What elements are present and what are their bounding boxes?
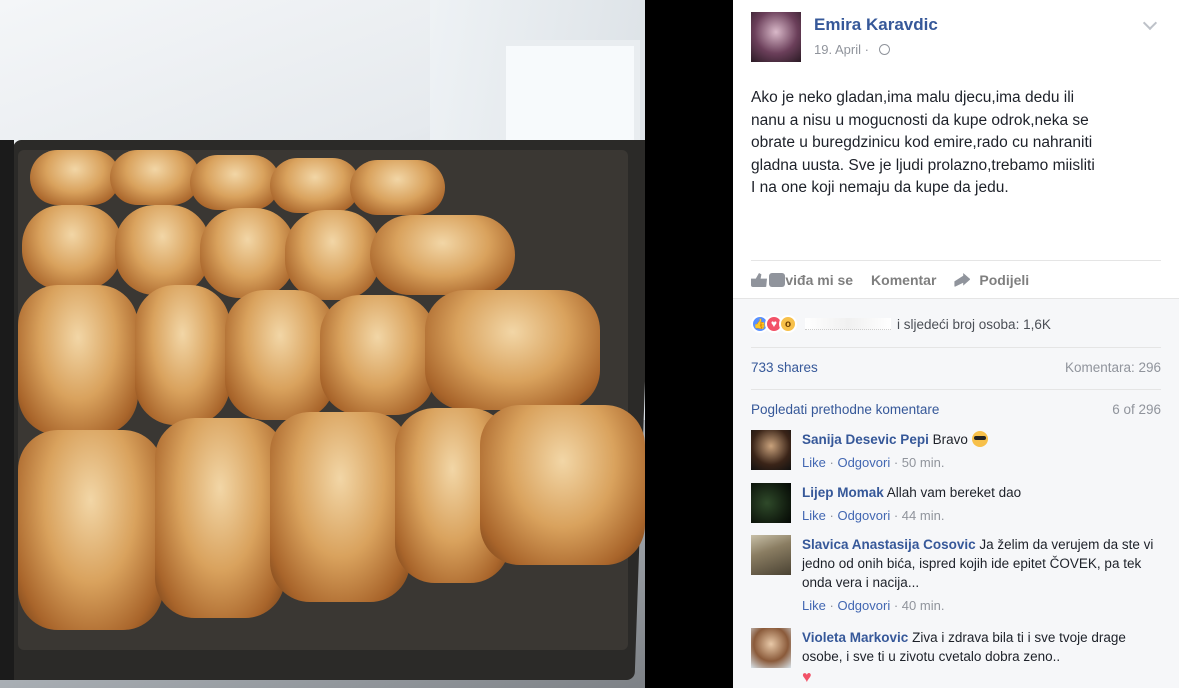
photo-pastry [18, 430, 163, 630]
sunglasses-emoji-icon [971, 431, 988, 447]
shares-count[interactable]: 733 shares [751, 360, 818, 375]
photo-pastry [370, 215, 515, 295]
photo-pastry [30, 150, 120, 205]
photo-pastry [18, 285, 138, 435]
photo-pastry [270, 412, 410, 602]
photo-pastry [200, 208, 295, 298]
photo-pastry [320, 295, 435, 415]
post-date[interactable]: 19. April · [814, 42, 890, 57]
post-header: Emira Karavdic 19. April · [751, 12, 1161, 64]
meta-separator: · [829, 508, 834, 523]
comment-like-link[interactable]: Like [802, 455, 826, 470]
commenter-name[interactable]: Violeta Markovic [802, 630, 908, 645]
comment-reply-link[interactable]: Odgovori [837, 598, 890, 613]
photo-pastry [285, 210, 380, 300]
like-button[interactable]: Sviđa mi se [751, 272, 853, 288]
like-label: Sviđa mi se [776, 272, 854, 288]
comment-label: Komentar [871, 272, 937, 288]
divider [751, 260, 1161, 261]
commenter-avatar[interactable] [751, 535, 791, 575]
comment-reply-link[interactable]: Odgovori [837, 508, 890, 523]
photo-pastry [110, 150, 200, 205]
comment-time[interactable]: 50 min. [902, 455, 945, 470]
comment-text: Allah vam bereket dao [886, 485, 1022, 500]
photo-pastry [22, 205, 122, 290]
author-avatar[interactable] [751, 12, 801, 62]
date-separator: · [864, 42, 869, 57]
divider [751, 347, 1161, 348]
share-button[interactable]: Podijeli [954, 272, 1029, 288]
commenter-avatar[interactable] [751, 628, 791, 668]
chevron-down-icon[interactable] [1142, 15, 1158, 31]
photo-pastry [480, 405, 645, 565]
photo-pastry [225, 290, 335, 420]
divider [751, 389, 1161, 390]
meta-separator: · [829, 598, 834, 613]
comments-count[interactable]: Komentara: 296 [1065, 360, 1161, 375]
comment-like-link[interactable]: Like [802, 508, 826, 523]
commenter-name[interactable]: Slavica Anastasija Cosovic [802, 537, 976, 552]
photo-pastry [350, 160, 445, 215]
comment-time[interactable]: 44 min. [902, 508, 945, 523]
meta-separator: · [829, 455, 834, 470]
comment-button[interactable]: Komentar [769, 272, 937, 288]
comment-icon [769, 273, 785, 287]
post-text: Ako je neko gladan,ima malu djecu,ima de… [751, 89, 1095, 196]
photo-pastry [135, 285, 230, 425]
comment-time[interactable]: 40 min. [902, 598, 945, 613]
author-name[interactable]: Emira Karavdic [814, 15, 938, 35]
reactions-text[interactable]: i sljedeći broj osoba: 1,6K [897, 317, 1051, 332]
heart-icon: ♥ [802, 669, 812, 686]
lightbox-background [645, 0, 733, 688]
meta-separator: · [893, 598, 899, 613]
comment-like-link[interactable]: Like [802, 598, 826, 613]
meta-separator: · [893, 508, 899, 523]
thumbs-up-icon [751, 273, 767, 287]
share-label: Podijeli [979, 272, 1030, 288]
previous-comments-link[interactable]: Pogledati prethodne komentare [751, 402, 939, 417]
post-actions: Sviđa mi se Komentar Podijeli [751, 268, 1161, 292]
commenter-name[interactable]: Lijep Momak [802, 485, 884, 500]
photo-shadow [0, 140, 14, 680]
photo-pastry [155, 418, 285, 618]
globe-icon [878, 44, 890, 55]
comments-page-count: 6 of 296 [1112, 402, 1161, 417]
post-photo[interactable] [0, 0, 645, 688]
share-arrow-icon [954, 273, 971, 287]
photo-pastry [425, 290, 600, 410]
comment-text: Bravo [932, 432, 968, 447]
post-side-panel: Emira Karavdic 19. April · Ako je neko g… [733, 0, 1179, 688]
commenter-avatar[interactable] [751, 430, 791, 470]
wow-reaction-icon: o [779, 315, 797, 333]
meta-separator: · [893, 455, 899, 470]
photo-pastry [270, 158, 360, 213]
comment-reply-link[interactable]: Odgovori [837, 455, 890, 470]
photo-pastry [190, 155, 280, 210]
commenter-name[interactable]: Sanija Desevic Pepi [802, 432, 929, 447]
reactions-summary[interactable]: 👍 ♥ o i sljedeći broj osoba: 1,6K [751, 313, 1051, 335]
post-date-text[interactable]: 19. April [814, 42, 861, 57]
commenter-avatar[interactable] [751, 483, 791, 523]
blurred-names [805, 318, 891, 330]
photo-pastry [115, 205, 210, 295]
